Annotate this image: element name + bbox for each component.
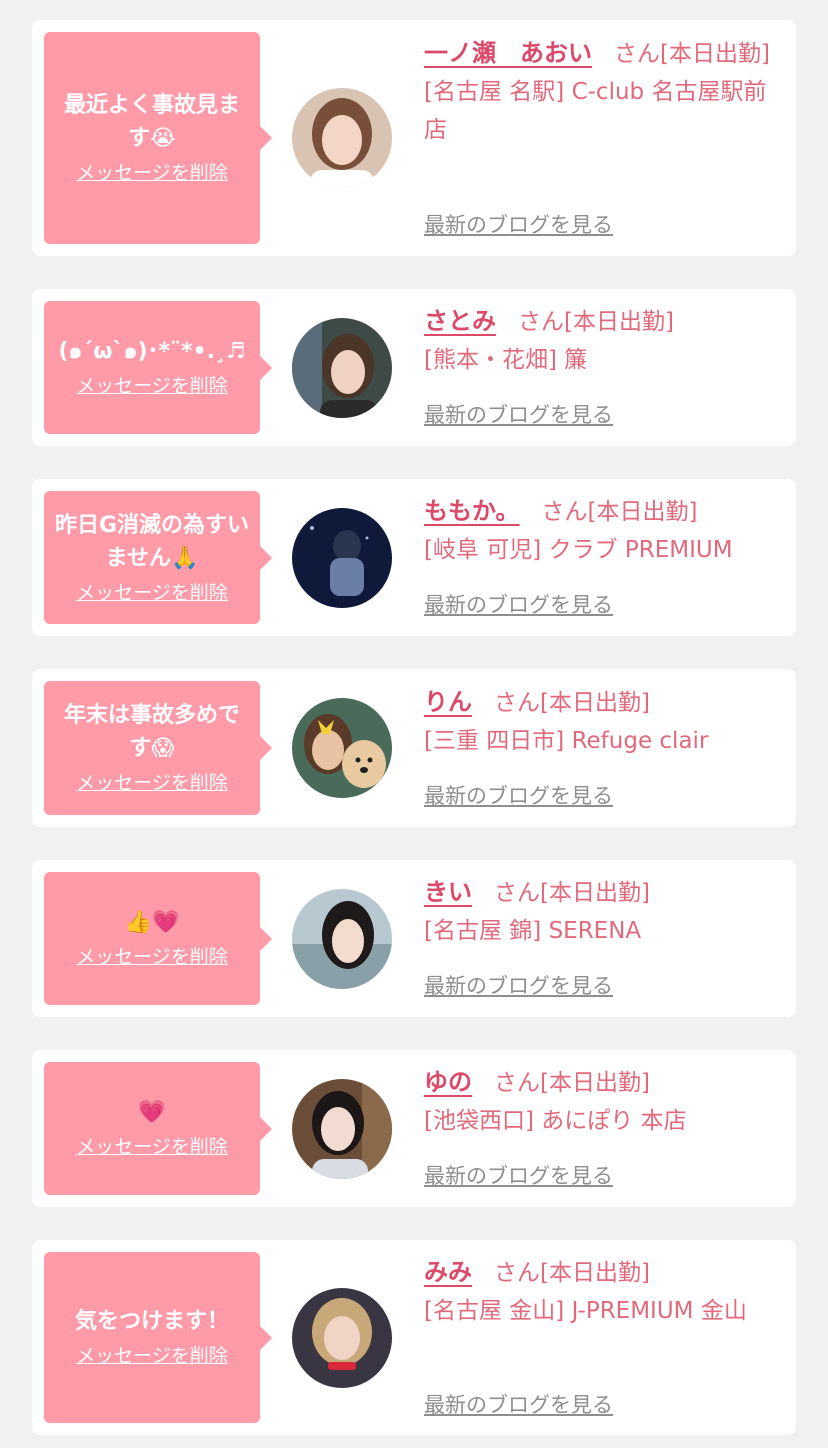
message-card: 💗 メッセージを削除 ゆの さん[本日出勤] [池袋西口] あにぽり 本店 最新の… [32,1050,796,1207]
work-status: さん[本日出勤] [494,1260,650,1286]
delete-message-link[interactable]: メッセージを削除 [76,159,228,187]
cast-info: さとみ さん[本日出勤] [熊本・花畑] 簾 [424,302,784,379]
delete-message-link[interactable]: メッセージを削除 [76,1342,228,1370]
message-bubble: 年末は事故多めです😱 メッセージを削除 [44,681,272,815]
message-text: 最近よく事故見ます😭 [63,93,240,151]
latest-blog-link[interactable]: 最新のブログを見る [424,971,613,1001]
cast-name-link[interactable]: さとみ [424,307,496,335]
cast-name-link[interactable]: りん [424,688,472,716]
work-status: さん[本日出勤] [518,309,674,335]
delete-message-link[interactable]: メッセージを削除 [76,1133,228,1161]
cast-info: 一ノ瀬 あおい さん[本日出勤] [名古屋 名駅] C-club 名古屋駅前店 [424,34,784,149]
work-status: さん[本日出勤] [494,690,650,716]
latest-blog-link[interactable]: 最新のブログを見る [424,400,613,430]
message-text: 💗 [138,1100,166,1125]
shop-info: [熊本・花畑] 簾 [424,347,588,373]
cast-name-link[interactable]: きい [424,878,472,906]
work-status: さん[本日出勤] [494,1070,650,1096]
message-text: (๑´ω`๑)･*¨*•.¸♬ [58,339,246,364]
message-card: 最近よく事故見ます😭 メッセージを削除 一ノ瀬 あおい さん[本日出勤] [名古屋… [32,20,796,256]
work-status: さん[本日出勤] [494,880,650,906]
delete-message-link[interactable]: メッセージを削除 [76,943,228,971]
cast-name-link[interactable]: 一ノ瀬 あおい [424,39,592,67]
message-card: 年末は事故多めです😱 メッセージを削除 りん さん[本日出勤] [三重 四日市] … [32,669,796,827]
avatar[interactable] [292,1288,392,1388]
message-bubble: 昨日G消滅の為すいません🙏 メッセージを削除 [44,491,272,624]
message-bubble: 👍💗 メッセージを削除 [44,872,272,1005]
delete-message-link[interactable]: メッセージを削除 [76,372,228,400]
message-text: 昨日G消滅の為すいません🙏 [54,512,250,571]
cast-info: きい さん[本日出勤] [名古屋 錦] SERENA [424,873,784,950]
cast-name-link[interactable]: ももか。 [424,497,520,525]
shop-info: [池袋西口] あにぽり 本店 [424,1108,687,1134]
shop-info: [三重 四日市] Refuge clair [424,728,709,754]
message-list: 最近よく事故見ます😭 メッセージを削除 一ノ瀬 あおい さん[本日出勤] [名古屋… [0,0,828,1448]
message-bubble: 最近よく事故見ます😭 メッセージを削除 [44,32,272,244]
message-card: 気をつけます！ メッセージを削除 みみ さん[本日出勤] [名古屋 金山] J-P… [32,1240,796,1435]
latest-blog-link[interactable]: 最新のブログを見る [424,1161,613,1191]
message-card: (๑´ω`๑)･*¨*•.¸♬ メッセージを削除 さとみ さん[本日出勤] [熊本… [32,289,796,446]
avatar[interactable] [292,508,392,608]
latest-blog-link[interactable]: 最新のブログを見る [424,1390,613,1420]
latest-blog-link[interactable]: 最新のブログを見る [424,781,613,811]
work-status: さん[本日出勤] [541,499,698,525]
message-card: 👍💗 メッセージを削除 きい さん[本日出勤] [名古屋 錦] SERENA 最新… [32,860,796,1017]
message-bubble: (๑´ω`๑)･*¨*•.¸♬ メッセージを削除 [44,301,272,434]
message-text: 気をつけます！ [74,1309,229,1334]
message-text: 👍💗 [124,910,180,935]
cast-info: ゆの さん[本日出勤] [池袋西口] あにぽり 本店 [424,1063,784,1140]
cast-name-link[interactable]: みみ [424,1258,472,1286]
delete-message-link[interactable]: メッセージを削除 [76,769,228,797]
message-text: 年末は事故多めです😱 [63,703,240,761]
shop-info: [名古屋 錦] SERENA [424,918,642,944]
avatar[interactable] [292,698,392,798]
shop-info: [名古屋 名駅] C-club 名古屋駅前店 [424,79,767,143]
cast-info: りん さん[本日出勤] [三重 四日市] Refuge clair [424,683,784,760]
message-card: 昨日G消滅の為すいません🙏 メッセージを削除 ももか。 さん[本日出勤] [岐阜 … [32,479,796,636]
delete-message-link[interactable]: メッセージを削除 [76,579,228,607]
shop-info: [岐阜 可児] クラブ PREMIUM [424,537,733,563]
cast-info: みみ さん[本日出勤] [名古屋 金山] J-PREMIUM 金山 [424,1253,784,1330]
latest-blog-link[interactable]: 最新のブログを見る [424,210,613,240]
avatar[interactable] [292,318,392,418]
shop-info: [名古屋 金山] J-PREMIUM 金山 [424,1298,747,1324]
avatar[interactable] [292,1079,392,1179]
work-status: さん[本日出勤] [614,41,770,67]
cast-name-link[interactable]: ゆの [424,1068,472,1096]
avatar[interactable] [292,88,392,188]
avatar[interactable] [292,889,392,989]
message-bubble: 💗 メッセージを削除 [44,1062,272,1195]
latest-blog-link[interactable]: 最新のブログを見る [424,590,613,620]
cast-info: ももか。 さん[本日出勤] [岐阜 可児] クラブ PREMIUM [424,492,784,569]
message-bubble: 気をつけます！ メッセージを削除 [44,1252,272,1423]
